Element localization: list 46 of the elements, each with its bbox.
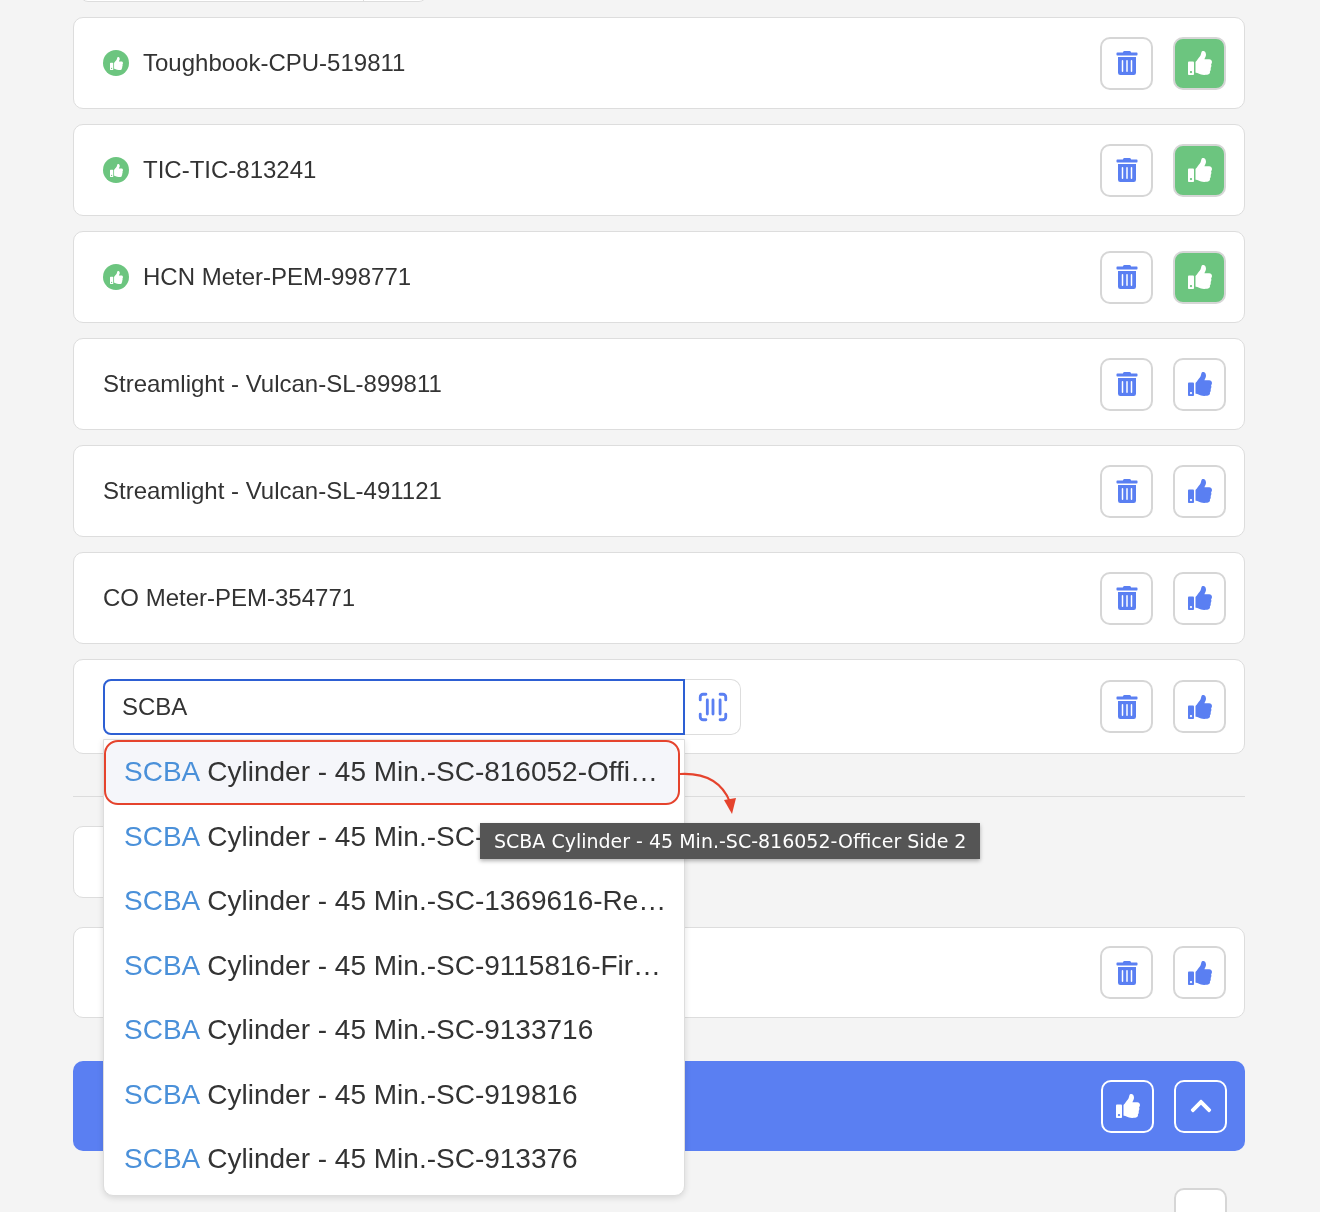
delete-button[interactable] [1100,571,1153,625]
thumbs-up-icon [1187,372,1212,396]
approve-button[interactable] [1173,946,1226,999]
trash-icon [1114,158,1139,182]
delete-button[interactable] [1100,250,1153,304]
trash-icon [1114,694,1139,719]
suggestion-option[interactable]: SCBA Cylinder - 45 Min.-SC-816052-Offi… [104,740,680,805]
thumbs-up-icon [1187,694,1212,719]
thumbs-up-icon [1187,265,1212,289]
approve-button[interactable] [1173,250,1226,304]
equipment-name: TIC-TIC-813241 [143,156,318,184]
delete-button[interactable] [1100,143,1153,197]
trash-icon [1114,265,1139,289]
delete-button[interactable] [1100,464,1153,518]
trash-icon [1114,586,1139,610]
equipment-name: CO Meter-PEM-354771 [103,584,357,612]
trash-icon [1114,51,1139,75]
delete-button[interactable] [1100,357,1153,411]
approve-button[interactable] [1173,357,1226,411]
thumbs-up-icon [1187,960,1212,985]
approve-button[interactable] [1173,680,1226,733]
annotation-arrow [678,770,738,816]
approve-button[interactable] [1173,571,1226,625]
thumbs-up-icon [1187,51,1212,75]
equipment-name: HCN Meter-PEM-998771 [143,263,413,291]
collapse-button[interactable] [1174,1079,1227,1133]
trash-icon [1114,960,1139,985]
approve-button[interactable] [1173,36,1226,90]
approve-button[interactable] [1173,143,1226,197]
barcode-scan-button[interactable] [685,678,741,735]
thumbs-up-icon [1187,158,1212,182]
equipment-name: Toughbook-CPU-519811 [143,49,407,77]
equipment-name: Streamlight - Vulcan-SL-491121 [103,477,443,505]
approve-all-button[interactable] [1101,1079,1154,1133]
delete-button[interactable] [1100,680,1153,733]
tooltip: SCBA Cylinder - 45 Min.-SC-816052-Officer Side 2 [480,823,981,859]
equipment-name: Streamlight - Vulcan-SL-899811 [103,370,443,398]
thumbs-up-icon [1187,479,1212,503]
trash-icon [1114,372,1139,396]
thumbs-up-icon [1187,586,1212,610]
search-field[interactable]: SCBA [103,678,685,735]
thumbs-up-icon [1115,1094,1140,1118]
trash-icon [1114,479,1139,503]
delete-button[interactable] [1100,36,1153,90]
approve-button[interactable] [1173,464,1226,518]
delete-button[interactable] [1100,946,1153,999]
